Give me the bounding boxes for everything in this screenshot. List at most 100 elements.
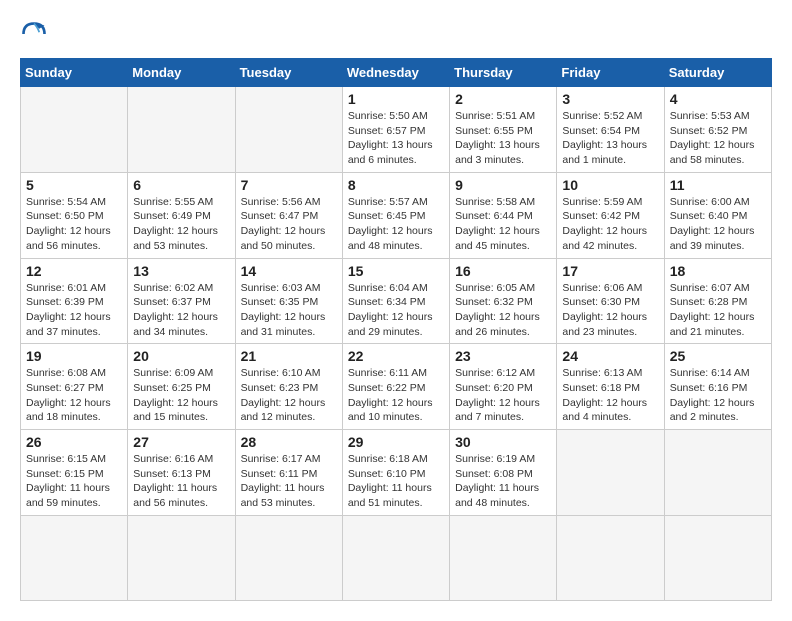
day-info: Sunrise: 6:00 AMSunset: 6:40 PMDaylight:… xyxy=(670,195,766,254)
day-number: 24 xyxy=(562,348,658,364)
day-cell: 12Sunrise: 6:01 AMSunset: 6:39 PMDayligh… xyxy=(21,258,128,344)
day-cell: 8Sunrise: 5:57 AMSunset: 6:45 PMDaylight… xyxy=(342,172,449,258)
empty-day-cell xyxy=(21,87,128,173)
page-header xyxy=(20,20,772,48)
day-number: 28 xyxy=(241,434,337,450)
day-cell: 1 Sunrise: 5:50 AMSunset: 6:57 PMDaylight… xyxy=(342,87,449,173)
empty-day-cell xyxy=(235,515,342,600)
day-info: Sunrise: 6:14 AMSunset: 6:16 PMDaylight:… xyxy=(670,366,766,425)
day-cell: 3 Sunrise: 5:52 AMSunset: 6:54 PMDaylight… xyxy=(557,87,664,173)
weekday-header: Tuesday xyxy=(235,59,342,87)
day-info: Sunrise: 6:12 AMSunset: 6:20 PMDaylight:… xyxy=(455,366,551,425)
day-cell: 21Sunrise: 6:10 AMSunset: 6:23 PMDayligh… xyxy=(235,344,342,430)
day-cell: 30Sunrise: 6:19 AMSunset: 6:08 PMDayligh… xyxy=(450,430,557,516)
day-number: 19 xyxy=(26,348,122,364)
day-number: 27 xyxy=(133,434,229,450)
day-number: 2 xyxy=(455,91,551,107)
weekday-header: Sunday xyxy=(21,59,128,87)
day-info: Sunrise: 5:52 AMSunset: 6:54 PMDaylight:… xyxy=(562,109,658,168)
empty-day-cell xyxy=(342,515,449,600)
empty-day-cell xyxy=(128,87,235,173)
logo xyxy=(20,20,52,48)
calendar-week-row: 1 Sunrise: 5:50 AMSunset: 6:57 PMDaylight… xyxy=(21,87,772,173)
day-cell: 24 Sunrise: 6:13 AMSunset: 6:18 PMDayligh… xyxy=(557,344,664,430)
day-info: Sunrise: 6:03 AMSunset: 6:35 PMDaylight:… xyxy=(241,281,337,340)
day-info: Sunrise: 5:58 AMSunset: 6:44 PMDaylight:… xyxy=(455,195,551,254)
day-cell: 28 Sunrise: 6:17 AMSunset: 6:11 PMDayligh… xyxy=(235,430,342,516)
weekday-header: Monday xyxy=(128,59,235,87)
day-number: 9 xyxy=(455,177,551,193)
empty-day-cell xyxy=(128,515,235,600)
day-number: 23 xyxy=(455,348,551,364)
day-info: Sunrise: 6:18 AMSunset: 6:10 PMDaylight:… xyxy=(348,452,444,511)
day-number: 30 xyxy=(455,434,551,450)
empty-day-cell xyxy=(557,430,664,516)
calendar-week-row: 19Sunrise: 6:08 AMSunset: 6:27 PMDayligh… xyxy=(21,344,772,430)
logo-icon xyxy=(20,20,48,48)
empty-day-cell xyxy=(664,430,771,516)
day-cell: 9 Sunrise: 5:58 AMSunset: 6:44 PMDaylight… xyxy=(450,172,557,258)
day-info: Sunrise: 5:55 AMSunset: 6:49 PMDaylight:… xyxy=(133,195,229,254)
day-info: Sunrise: 6:09 AMSunset: 6:25 PMDaylight:… xyxy=(133,366,229,425)
day-info: Sunrise: 5:53 AMSunset: 6:52 PMDaylight:… xyxy=(670,109,766,168)
day-cell: 22 Sunrise: 6:11 AMSunset: 6:22 PMDayligh… xyxy=(342,344,449,430)
day-cell: 5 Sunrise: 5:54 AMSunset: 6:50 PMDaylight… xyxy=(21,172,128,258)
day-cell: 2 Sunrise: 5:51 AMSunset: 6:55 PMDaylight… xyxy=(450,87,557,173)
weekday-header: Friday xyxy=(557,59,664,87)
calendar-week-row: 5 Sunrise: 5:54 AMSunset: 6:50 PMDaylight… xyxy=(21,172,772,258)
day-info: Sunrise: 6:07 AMSunset: 6:28 PMDaylight:… xyxy=(670,281,766,340)
day-info: Sunrise: 5:51 AMSunset: 6:55 PMDaylight:… xyxy=(455,109,551,168)
day-number: 13 xyxy=(133,263,229,279)
calendar-week-row: 12Sunrise: 6:01 AMSunset: 6:39 PMDayligh… xyxy=(21,258,772,344)
weekday-header: Saturday xyxy=(664,59,771,87)
day-number: 22 xyxy=(348,348,444,364)
day-cell: 26Sunrise: 6:15 AMSunset: 6:15 PMDayligh… xyxy=(21,430,128,516)
day-info: Sunrise: 6:13 AMSunset: 6:18 PMDaylight:… xyxy=(562,366,658,425)
empty-day-cell xyxy=(450,515,557,600)
day-number: 1 xyxy=(348,91,444,107)
day-info: Sunrise: 6:06 AMSunset: 6:30 PMDaylight:… xyxy=(562,281,658,340)
empty-day-cell xyxy=(21,515,128,600)
day-info: Sunrise: 6:02 AMSunset: 6:37 PMDaylight:… xyxy=(133,281,229,340)
day-info: Sunrise: 5:57 AMSunset: 6:45 PMDaylight:… xyxy=(348,195,444,254)
day-number: 15 xyxy=(348,263,444,279)
day-number: 25 xyxy=(670,348,766,364)
day-cell: 6 Sunrise: 5:55 AMSunset: 6:49 PMDaylight… xyxy=(128,172,235,258)
day-number: 5 xyxy=(26,177,122,193)
day-cell: 18Sunrise: 6:07 AMSunset: 6:28 PMDayligh… xyxy=(664,258,771,344)
empty-day-cell xyxy=(557,515,664,600)
day-number: 29 xyxy=(348,434,444,450)
calendar-table: SundayMondayTuesdayWednesdayThursdayFrid… xyxy=(20,58,772,601)
day-number: 21 xyxy=(241,348,337,364)
calendar-week-row: 26Sunrise: 6:15 AMSunset: 6:15 PMDayligh… xyxy=(21,430,772,516)
day-number: 14 xyxy=(241,263,337,279)
day-cell: 19Sunrise: 6:08 AMSunset: 6:27 PMDayligh… xyxy=(21,344,128,430)
weekday-header: Wednesday xyxy=(342,59,449,87)
day-info: Sunrise: 5:56 AMSunset: 6:47 PMDaylight:… xyxy=(241,195,337,254)
day-cell: 20 Sunrise: 6:09 AMSunset: 6:25 PMDayligh… xyxy=(128,344,235,430)
day-cell: 10Sunrise: 5:59 AMSunset: 6:42 PMDayligh… xyxy=(557,172,664,258)
day-number: 20 xyxy=(133,348,229,364)
day-number: 10 xyxy=(562,177,658,193)
day-number: 12 xyxy=(26,263,122,279)
day-info: Sunrise: 5:54 AMSunset: 6:50 PMDaylight:… xyxy=(26,195,122,254)
day-info: Sunrise: 5:50 AMSunset: 6:57 PMDaylight:… xyxy=(348,109,444,168)
day-info: Sunrise: 6:04 AMSunset: 6:34 PMDaylight:… xyxy=(348,281,444,340)
day-cell: 7 Sunrise: 5:56 AMSunset: 6:47 PMDaylight… xyxy=(235,172,342,258)
day-number: 4 xyxy=(670,91,766,107)
day-info: Sunrise: 6:11 AMSunset: 6:22 PMDaylight:… xyxy=(348,366,444,425)
day-cell: 11 Sunrise: 6:00 AMSunset: 6:40 PMDayligh… xyxy=(664,172,771,258)
day-cell: 13 Sunrise: 6:02 AMSunset: 6:37 PMDayligh… xyxy=(128,258,235,344)
day-number: 6 xyxy=(133,177,229,193)
day-info: Sunrise: 6:05 AMSunset: 6:32 PMDaylight:… xyxy=(455,281,551,340)
day-number: 26 xyxy=(26,434,122,450)
day-info: Sunrise: 6:17 AMSunset: 6:11 PMDaylight:… xyxy=(241,452,337,511)
day-cell: 23 Sunrise: 6:12 AMSunset: 6:20 PMDayligh… xyxy=(450,344,557,430)
empty-day-cell xyxy=(664,515,771,600)
empty-day-cell xyxy=(235,87,342,173)
day-number: 3 xyxy=(562,91,658,107)
day-cell: 25 Sunrise: 6:14 AMSunset: 6:16 PMDayligh… xyxy=(664,344,771,430)
day-cell: 4 Sunrise: 5:53 AMSunset: 6:52 PMDaylight… xyxy=(664,87,771,173)
day-number: 7 xyxy=(241,177,337,193)
day-number: 11 xyxy=(670,177,766,193)
